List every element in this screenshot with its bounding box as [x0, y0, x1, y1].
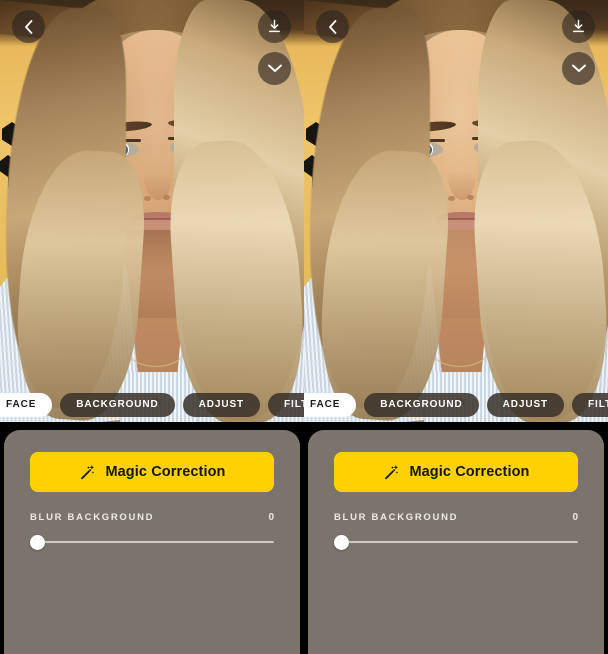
- blur-background-slider[interactable]: [30, 535, 274, 550]
- download-icon: [269, 19, 280, 33]
- magic-wand-icon: [385, 464, 399, 480]
- slider-value: 0: [268, 512, 274, 523]
- slider-track: [334, 541, 578, 543]
- chevron-left-icon: [25, 19, 33, 34]
- slider-track: [30, 541, 274, 543]
- download-button[interactable]: [258, 10, 291, 43]
- controls-sheet-after: Magic Correction BLUR BACKGROUND 0 FACE …: [308, 430, 604, 654]
- collapse-button[interactable]: [562, 52, 595, 85]
- slider-thumb[interactable]: [334, 535, 349, 550]
- slider-thumb[interactable]: [30, 535, 45, 550]
- photo-preview-after[interactable]: [304, 0, 608, 422]
- tab-label: BACKGROUND: [76, 399, 159, 410]
- chevron-left-icon: [329, 19, 337, 34]
- slider-value: 0: [572, 512, 578, 523]
- tab-background[interactable]: BACKGROUND: [364, 392, 479, 417]
- tab-label: FILTERS: [284, 399, 304, 410]
- chevron-down-icon: [571, 64, 586, 72]
- magic-correction-label: Magic Correction: [409, 464, 530, 480]
- panel-before: FACE BACKGROUND ADJUST FILTERS: [0, 0, 304, 654]
- nostril: [448, 196, 455, 201]
- tab-label: ADJUST: [502, 399, 549, 410]
- nose: [144, 152, 172, 200]
- slider-blur-background: BLUR BACKGROUND 0: [334, 512, 578, 550]
- side-by-side-comparison: FACE BACKGROUND ADJUST FILTERS: [0, 0, 608, 654]
- controls-sheet-before: Magic Correction BLUR BACKGROUND 0 FACE …: [4, 430, 300, 654]
- tab-filters[interactable]: FILTERS: [268, 392, 304, 417]
- tab-background[interactable]: BACKGROUND: [60, 392, 175, 417]
- tab-adjust[interactable]: ADJUST: [182, 392, 261, 417]
- tab-label: FACE: [310, 399, 341, 410]
- panel-after: FACE BACKGROUND ADJUST FILTERS: [304, 0, 608, 654]
- slider-label: BLUR BACKGROUND: [30, 512, 155, 523]
- tab-bar-before: FACE BACKGROUND ADJUST FILTERS: [0, 392, 304, 417]
- tab-label: ADJUST: [198, 399, 245, 410]
- tab-face[interactable]: FACE: [304, 392, 357, 417]
- nose: [448, 152, 476, 200]
- back-button[interactable]: [316, 10, 349, 43]
- tab-label: FILTERS: [588, 399, 608, 410]
- nostril: [163, 195, 170, 200]
- download-icon: [573, 19, 584, 33]
- slider-label: BLUR BACKGROUND: [334, 512, 459, 523]
- back-button[interactable]: [12, 10, 45, 43]
- magic-correction-button[interactable]: Magic Correction: [334, 452, 578, 492]
- tab-filters[interactable]: FILTERS: [572, 392, 608, 417]
- chevron-down-icon: [267, 64, 282, 72]
- tab-bar-after: FACE BACKGROUND ADJUST FILTERS: [304, 392, 608, 417]
- nostril: [144, 196, 151, 201]
- download-button[interactable]: [562, 10, 595, 43]
- magic-wand-icon: [81, 464, 95, 480]
- photo-preview-before[interactable]: [0, 0, 304, 422]
- magic-correction-label: Magic Correction: [105, 464, 226, 480]
- tab-label: BACKGROUND: [380, 399, 463, 410]
- slider-blur-background: BLUR BACKGROUND 0: [30, 512, 274, 550]
- tab-adjust[interactable]: ADJUST: [486, 392, 565, 417]
- nostril: [467, 195, 474, 200]
- tab-face[interactable]: FACE: [0, 392, 53, 417]
- magic-correction-button[interactable]: Magic Correction: [30, 452, 274, 492]
- collapse-button[interactable]: [258, 52, 291, 85]
- tab-label: FACE: [6, 399, 37, 410]
- blur-background-slider[interactable]: [334, 535, 578, 550]
